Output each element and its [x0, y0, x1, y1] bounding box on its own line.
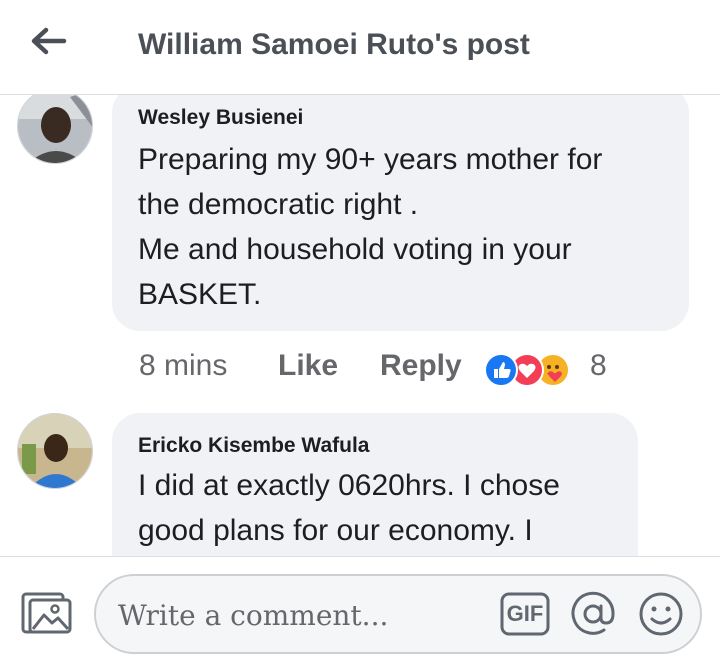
gif-button[interactable]: GIF: [500, 592, 550, 636]
avatar[interactable]: [17, 95, 93, 164]
comment-text-line: I did at exactly 0620hrs. I chose: [138, 469, 560, 502]
comment-bubble: Wesley Busienei Preparing my 90+ years m…: [112, 95, 689, 331]
mention-icon: [571, 591, 615, 635]
avatar[interactable]: [17, 413, 93, 489]
back-button[interactable]: [28, 26, 68, 56]
photo-icon: [21, 592, 72, 634]
comment-input[interactable]: [116, 576, 490, 654]
comment-composer: GIF: [0, 556, 720, 671]
emoji-icon: [639, 592, 683, 636]
comment-text-line: the democratic right .: [138, 188, 419, 221]
like-button[interactable]: Like: [278, 349, 338, 383]
comment-bubble: Ericko Kisembe Wafula I did at exactly 0…: [112, 413, 638, 556]
comment-text-line: Me and household voting in your: [138, 233, 572, 266]
avatar-photo: [18, 414, 92, 488]
reply-button[interactable]: Reply: [380, 349, 462, 383]
arrow-left-icon: [31, 27, 67, 55]
photo-button[interactable]: [20, 589, 74, 637]
emoji-button[interactable]: [636, 589, 686, 639]
reactions-summary[interactable]: [484, 351, 584, 387]
comments-list: Wesley Busienei Preparing my 90+ years m…: [0, 95, 720, 556]
mention-button[interactable]: [568, 589, 618, 639]
page-title: William Samoei Ruto's post: [138, 28, 530, 61]
comment-field[interactable]: GIF: [94, 574, 702, 654]
gif-label: GIF: [506, 601, 544, 626]
comment-text-line: good plans for our economy. I: [138, 514, 533, 547]
comment-text-line: BASKET.: [138, 278, 262, 311]
reaction-count[interactable]: 8: [590, 349, 607, 383]
comment-author[interactable]: Ericko Kisembe Wafula: [138, 434, 369, 458]
comment-time[interactable]: 8 mins: [139, 349, 227, 383]
comment-actions: 8 mins Like Reply 8: [139, 349, 699, 389]
avatar-photo: [18, 95, 92, 163]
like-reaction-icon: [484, 353, 518, 387]
top-bar: William Samoei Ruto's post: [0, 0, 720, 95]
comment-author[interactable]: Wesley Busienei: [138, 106, 303, 130]
comment-text-line: Preparing my 90+ years mother for: [138, 143, 603, 176]
